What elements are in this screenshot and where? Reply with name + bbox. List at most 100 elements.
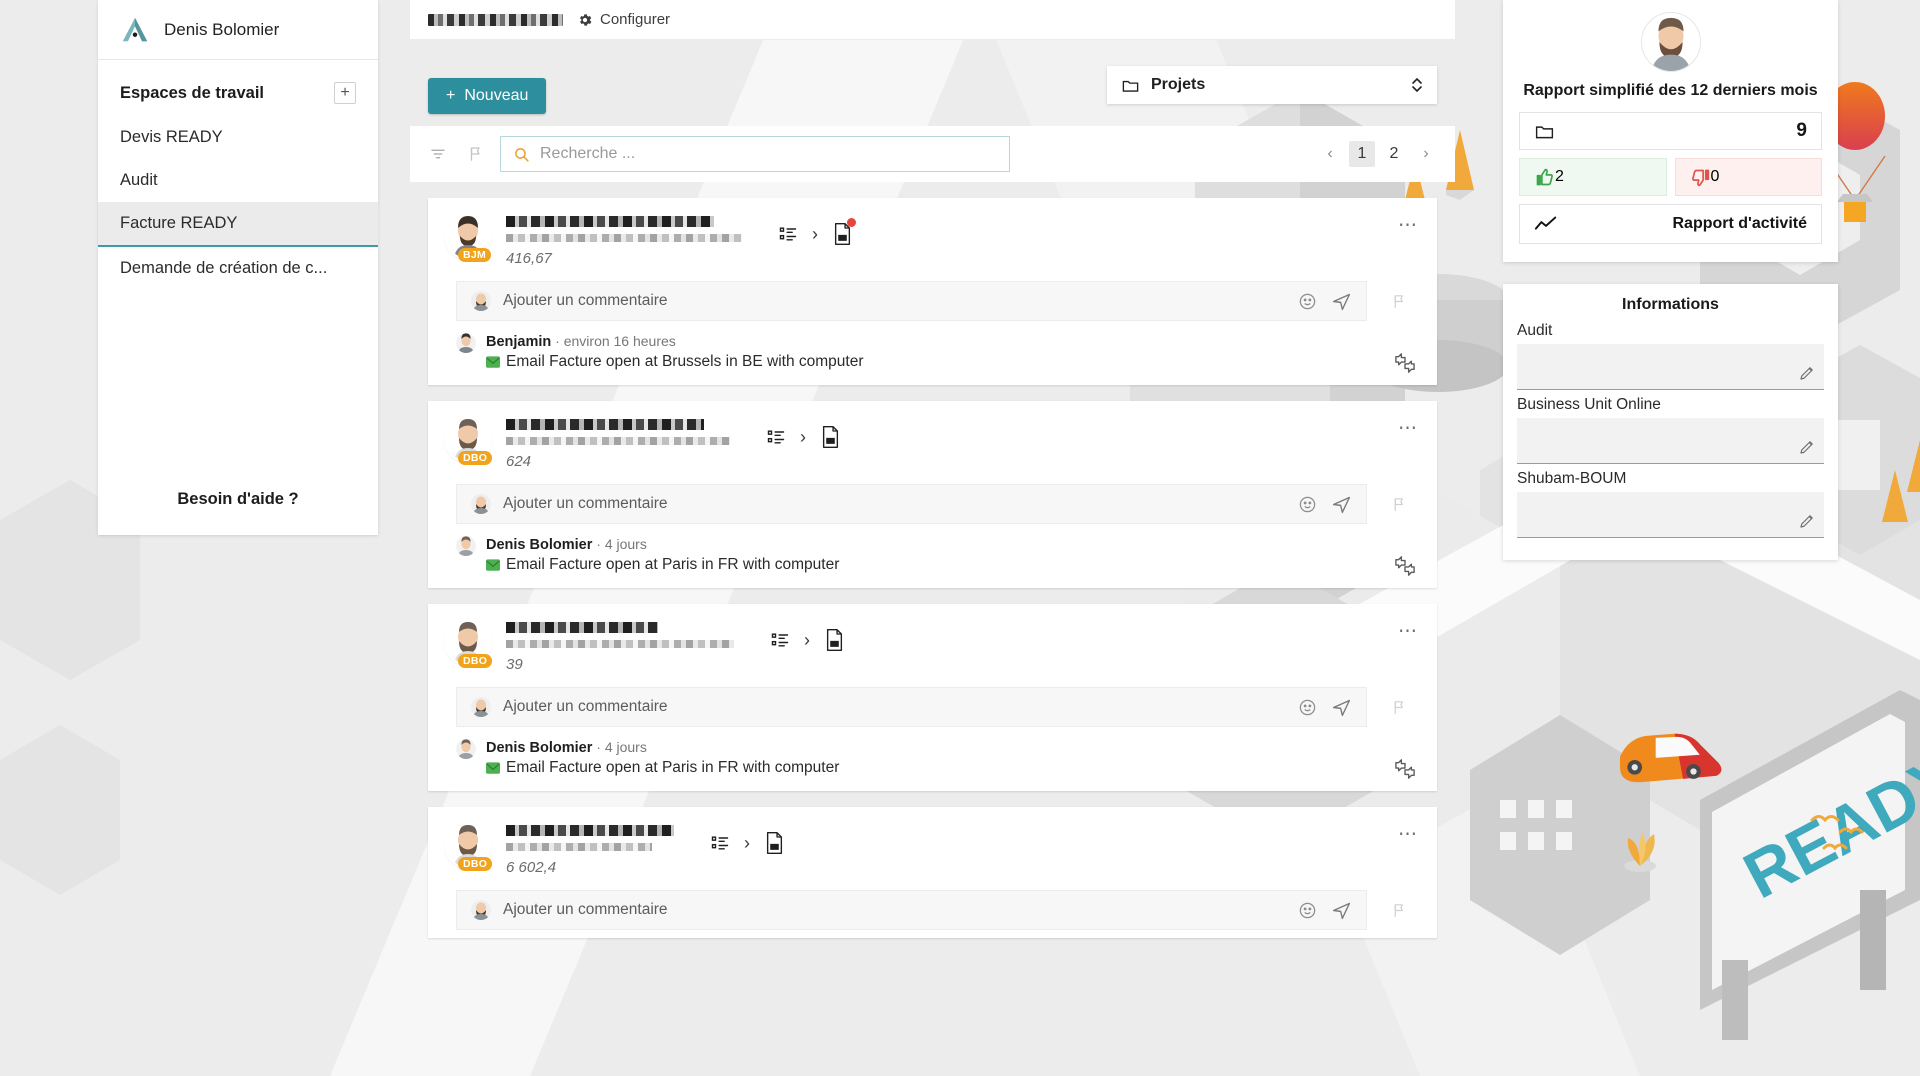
initials-badge: BJM: [458, 248, 492, 262]
more-options-icon[interactable]: ⋯: [1398, 214, 1419, 237]
activity-report-button[interactable]: Rapport d'activité: [1519, 204, 1822, 244]
sidebar-item-demande-creation[interactable]: Demande de création de c...: [98, 247, 378, 290]
emoji-icon[interactable]: [1298, 495, 1317, 514]
folder-count-row: 9: [1519, 112, 1822, 150]
info-input[interactable]: [1517, 344, 1824, 390]
thumbs-react-icon[interactable]: [1393, 759, 1417, 779]
chevron-right-icon[interactable]: ›: [812, 224, 818, 245]
redacted-card-title: [506, 216, 714, 227]
send-icon[interactable]: [1331, 291, 1352, 312]
more-options-icon[interactable]: ⋯: [1398, 417, 1419, 440]
pagination-page-2[interactable]: 2: [1381, 141, 1407, 167]
green-envelope-icon: [486, 762, 500, 774]
search-input[interactable]: [540, 145, 997, 163]
card-flag-icon[interactable]: [1377, 496, 1421, 513]
card-header-icons: ›: [710, 823, 785, 855]
more-options-icon[interactable]: ⋯: [1398, 620, 1419, 643]
report-title: Rapport simplifié des 12 derniers mois: [1523, 82, 1818, 99]
chevron-right-icon[interactable]: ›: [744, 833, 750, 854]
emoji-icon[interactable]: [1298, 292, 1317, 311]
activity-avatar: [456, 536, 476, 556]
info-input[interactable]: [1517, 492, 1824, 538]
brand-logo-icon: [120, 15, 150, 45]
thumbs-down-icon: [1690, 167, 1711, 188]
pencil-icon[interactable]: [1798, 512, 1816, 530]
flag-icon[interactable]: [462, 140, 490, 168]
chevron-right-icon[interactable]: ›: [800, 427, 806, 448]
comment-input[interactable]: Ajouter un commentaire: [456, 687, 1367, 727]
pdf-file-icon[interactable]: [824, 628, 845, 652]
chevron-right-icon[interactable]: ›: [804, 630, 810, 651]
send-icon[interactable]: [1331, 494, 1352, 515]
comment-input[interactable]: Ajouter un commentaire: [456, 281, 1367, 321]
project-select[interactable]: Projets: [1107, 66, 1437, 104]
pdf-file-icon[interactable]: [820, 425, 841, 449]
info-input[interactable]: [1517, 418, 1824, 464]
activity-entry: Denis Bolomier · 4 jours Email Facture o…: [428, 735, 1437, 791]
sidebar-item-facture-ready[interactable]: Facture READY: [98, 202, 378, 247]
workspaces-header: Espaces de travail +: [98, 60, 378, 116]
initials-badge: DBO: [458, 451, 493, 465]
card-item[interactable]: DBO 39 › ⋯ Ajouter un commentaire Denis …: [428, 604, 1437, 791]
send-icon[interactable]: [1331, 900, 1352, 921]
activity-separator: ·: [555, 333, 560, 349]
comment-input[interactable]: Ajouter un commentaire: [456, 484, 1367, 524]
list-icon[interactable]: [766, 427, 786, 447]
search-box[interactable]: [500, 136, 1010, 172]
card-flag-icon[interactable]: [1377, 902, 1421, 919]
sidebar-user[interactable]: Denis Bolomier: [98, 0, 378, 60]
configure-link[interactable]: Configurer: [577, 11, 670, 28]
emoji-icon[interactable]: [1298, 698, 1317, 717]
send-icon[interactable]: [1331, 697, 1352, 718]
pencil-icon[interactable]: [1798, 364, 1816, 382]
folder-icon: [1534, 121, 1555, 142]
pagination-prev[interactable]: ‹: [1317, 141, 1343, 167]
card-flag-icon[interactable]: [1377, 699, 1421, 716]
filter-icon[interactable]: [424, 140, 452, 168]
sidebar-item-devis-ready[interactable]: Devis READY: [98, 116, 378, 159]
card-item[interactable]: BJM 416,67 › ⋯ Ajouter un commentaire Be…: [428, 198, 1437, 385]
initials-badge: DBO: [458, 857, 493, 871]
list-icon[interactable]: [778, 224, 798, 244]
card-item[interactable]: DBO 6 602,4 › ⋯ Ajouter un commentaire: [428, 807, 1437, 938]
sidebar-item-audit[interactable]: Audit: [98, 159, 378, 202]
new-button[interactable]: + Nouveau: [428, 78, 547, 114]
pencil-icon[interactable]: [1798, 438, 1816, 456]
comment-actions: [1298, 494, 1352, 515]
redacted-card-subtitle: [506, 437, 730, 445]
pagination-page-1[interactable]: 1: [1349, 141, 1375, 167]
gear-icon: [577, 12, 593, 28]
card-header: DBO 624 › ⋯: [428, 401, 1437, 478]
card-header: DBO 6 602,4 › ⋯: [428, 807, 1437, 884]
main-content: Configurer + Nouveau Projets Recherche .…: [410, 0, 1455, 1076]
card-header-icons: ›: [778, 214, 856, 246]
more-options-icon[interactable]: ⋯: [1398, 823, 1419, 846]
card-title-block: 39: [506, 620, 734, 673]
chevron-updown-icon[interactable]: [1411, 75, 1423, 95]
card-item[interactable]: DBO 624 › ⋯ Ajouter un commentaire Denis…: [428, 401, 1437, 588]
user-avatar-icon: [1640, 12, 1701, 72]
thumbs-down-stat: 0: [1674, 158, 1822, 196]
card-title-block: 6 602,4: [506, 823, 674, 876]
emoji-icon[interactable]: [1298, 901, 1317, 920]
project-select-label: Projets: [1151, 76, 1206, 93]
card-amount: 416,67: [506, 250, 552, 267]
pdf-file-icon[interactable]: [832, 218, 856, 246]
pdf-file-icon[interactable]: [764, 831, 785, 855]
green-envelope-icon: [486, 356, 500, 368]
comment-row: Ajouter un commentaire: [428, 681, 1437, 735]
list-icon[interactable]: [710, 833, 730, 853]
thumbs-react-icon[interactable]: [1393, 353, 1417, 373]
activity-body: Denis Bolomier · 4 jours Email Facture o…: [486, 739, 1421, 777]
card-title-block: 416,67: [506, 214, 742, 267]
activity-text-row: Email Facture open at Paris in FR with c…: [486, 556, 1421, 574]
help-link[interactable]: Besoin d'aide ?: [98, 472, 378, 535]
activity-time: 4 jours: [604, 739, 647, 755]
list-icon[interactable]: [770, 630, 790, 650]
add-workspace-button[interactable]: +: [334, 82, 356, 104]
plus-icon: +: [446, 87, 456, 104]
card-flag-icon[interactable]: [1377, 293, 1421, 310]
pagination-next[interactable]: ›: [1413, 141, 1439, 167]
comment-input[interactable]: Ajouter un commentaire: [456, 890, 1367, 930]
thumbs-react-icon[interactable]: [1393, 556, 1417, 576]
